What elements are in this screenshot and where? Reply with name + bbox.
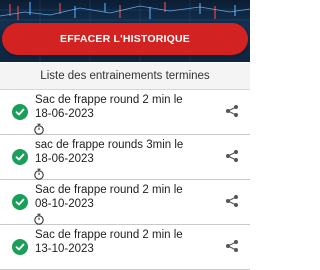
item-title: Sac de frappe round 2 min le	[35, 229, 183, 241]
clear-history-button[interactable]: EFFACER L'HISTORIQUE	[2, 23, 248, 55]
item-text: Sac de frappe round 2 min le 13-10-2023	[35, 228, 195, 256]
item-date: 08-10-2023	[35, 198, 94, 210]
share-icon[interactable]	[225, 194, 239, 213]
item-text: Sac de frappe round 2 min le 18-06-2023	[35, 93, 195, 121]
check-circle-icon	[12, 104, 28, 120]
list-item[interactable]: Sac de frappe round 2 min le 13-10-2023	[0, 225, 250, 270]
item-title: Sac de frappe round 2 min le	[35, 94, 183, 106]
item-date: 18-06-2023	[35, 153, 94, 165]
check-circle-icon	[12, 149, 28, 165]
item-date: 18-06-2023	[35, 108, 94, 120]
list-item[interactable]: sac de frappe rounds 3min le 18-06-2023	[0, 135, 250, 180]
item-title: Sac de frappe round 2 min le	[35, 184, 183, 196]
share-icon[interactable]	[225, 239, 239, 258]
check-circle-icon	[12, 239, 28, 255]
check-circle-icon	[12, 194, 28, 210]
item-text: sac de frappe rounds 3min le 18-06-2023	[35, 138, 195, 166]
list-item[interactable]: Sac de frappe round 2 min le 18-06-2023	[0, 90, 250, 135]
share-icon[interactable]	[225, 104, 239, 123]
item-text: Sac de frappe round 2 min le 08-10-2023	[35, 183, 195, 211]
share-icon[interactable]	[225, 149, 239, 168]
item-title: sac de frappe rounds 3min le	[35, 139, 184, 151]
item-date: 13-10-2023	[35, 243, 94, 255]
list-item[interactable]: Sac de frappe round 2 min le 08-10-2023	[0, 180, 250, 225]
list-title: Liste des entrainements termines	[0, 63, 250, 90]
